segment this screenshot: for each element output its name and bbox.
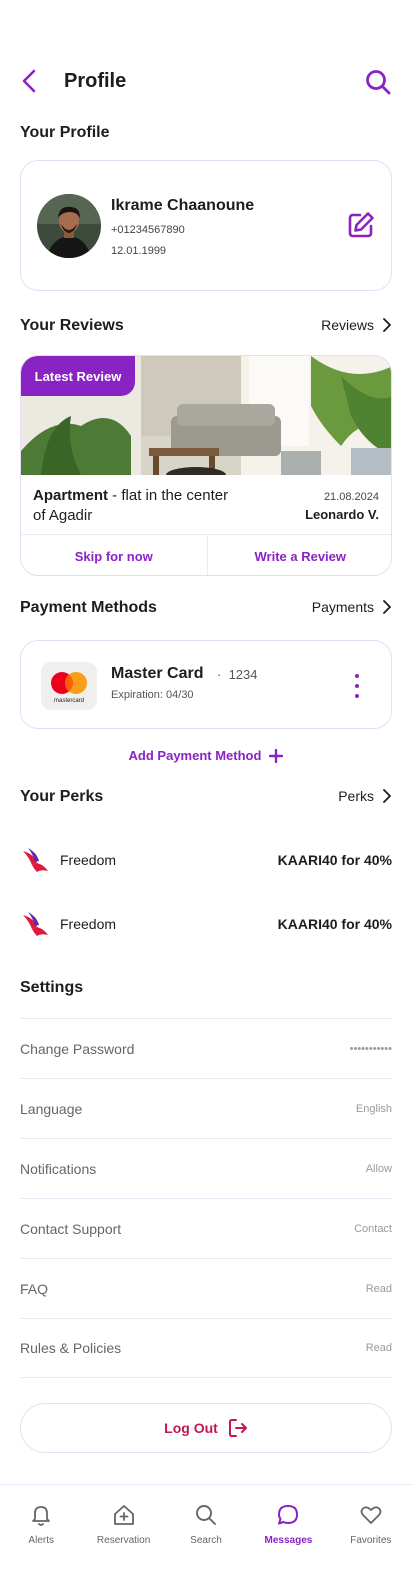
perk-name: Freedom xyxy=(60,852,117,868)
nav-search[interactable]: Search xyxy=(165,1485,247,1578)
avatar xyxy=(37,194,101,258)
payment-methods-heading: Payment Methods xyxy=(20,599,157,616)
profile-card: Ikrame Chaanoune +01234567890 12.01.1999 xyxy=(20,160,392,291)
add-payment-method-button[interactable]: Add Payment Method xyxy=(0,748,412,763)
nav-label: Messages xyxy=(264,1535,313,1546)
log-out-label: Log Out xyxy=(164,1420,218,1436)
more-options-icon[interactable] xyxy=(349,671,365,701)
chat-icon xyxy=(278,1505,299,1525)
card-last4: 1234 xyxy=(228,667,258,682)
card-brand: Master Card xyxy=(111,665,204,682)
setting-label: Language xyxy=(20,1100,83,1117)
card-separator: · xyxy=(217,667,222,682)
add-payment-method-label: Add Payment Method xyxy=(128,748,262,763)
skip-for-now-button[interactable]: Skip for now xyxy=(21,535,207,575)
freedom-bird-icon xyxy=(23,912,48,936)
perk-item[interactable]: Freedom KAARI40 for 40% xyxy=(20,906,392,942)
top-bar: Profile xyxy=(0,60,412,104)
home-plus-icon xyxy=(113,1505,134,1525)
perk-code: KAARI40 for 40% xyxy=(277,852,392,868)
setting-label: Rules & Policies xyxy=(20,1340,122,1356)
your-reviews-heading: Your Reviews xyxy=(20,317,124,334)
bell-icon xyxy=(32,1506,51,1526)
settings-heading: Settings xyxy=(20,979,84,996)
nav-favorites[interactable]: Favorites xyxy=(330,1485,412,1578)
nav-label: Search xyxy=(190,1535,222,1546)
chevron-right-icon xyxy=(383,789,391,803)
review-actions: Skip for now Write a Review xyxy=(21,534,392,575)
setting-label: Contact Support xyxy=(20,1220,122,1237)
review-author: Leonardo V. xyxy=(305,507,379,522)
search-icon[interactable] xyxy=(364,68,392,96)
payments-link-label: Payments xyxy=(311,599,374,615)
perks-link[interactable]: Perks xyxy=(338,788,392,804)
nav-label: Alerts xyxy=(28,1535,54,1546)
your-perks-heading: Your Perks xyxy=(20,788,104,805)
review-date: 21.08.2024 xyxy=(323,491,379,503)
bottom-navigation: Alerts Reservation Search Messages Favor… xyxy=(0,1484,412,1578)
setting-label: FAQ xyxy=(20,1280,49,1297)
nav-reservation[interactable]: Reservation xyxy=(82,1485,164,1578)
profile-birthdate: 12.01.1999 xyxy=(111,245,167,257)
setting-value: Read xyxy=(365,1342,392,1354)
setting-rules-policies[interactable]: Rules & Policies Read xyxy=(20,1318,392,1378)
profile-phone: +01234567890 xyxy=(111,224,185,236)
edit-icon[interactable] xyxy=(347,211,375,239)
heart-icon xyxy=(360,1506,382,1524)
setting-change-password[interactable]: Change Password ••••••••••• xyxy=(20,1018,392,1078)
payments-link[interactable]: Payments xyxy=(312,599,392,615)
latest-review-card: Latest Review Apartment - flat in the ce… xyxy=(20,355,392,576)
setting-language[interactable]: Language English xyxy=(20,1078,392,1138)
chevron-right-icon xyxy=(383,318,391,332)
write-review-button[interactable]: Write a Review xyxy=(206,535,392,575)
perk-code: KAARI40 for 40% xyxy=(277,916,392,932)
perk-name: Freedom xyxy=(60,916,117,932)
setting-notifications[interactable]: Notifications Allow xyxy=(20,1138,392,1198)
nav-label: Favorites xyxy=(350,1535,392,1546)
reviews-link-label: Reviews xyxy=(321,317,374,333)
mastercard-logo: mastercard xyxy=(41,662,97,710)
search-icon xyxy=(196,1505,216,1525)
your-profile-heading: Your Profile xyxy=(20,124,110,141)
chevron-left-icon[interactable] xyxy=(18,68,44,94)
setting-label: Change Password xyxy=(20,1040,135,1057)
setting-faq[interactable]: FAQ Read xyxy=(20,1258,392,1318)
setting-value: English xyxy=(355,1102,392,1115)
setting-contact-support[interactable]: Contact Support Contact xyxy=(20,1198,392,1258)
setting-value: Read xyxy=(365,1282,392,1295)
perks-link-label: Perks xyxy=(338,788,374,804)
setting-value: ••••••••••• xyxy=(349,1042,392,1055)
logout-icon xyxy=(228,1419,247,1437)
perk-item[interactable]: Freedom KAARI40 for 40% xyxy=(20,842,392,878)
chevron-right-icon xyxy=(383,600,391,614)
review-property-type: Apartment xyxy=(33,487,109,504)
latest-review-badge: Latest Review xyxy=(21,356,135,396)
setting-value: Allow xyxy=(365,1162,392,1175)
profile-name: Ikrame Chaanoune xyxy=(111,197,255,214)
nav-messages[interactable]: Messages xyxy=(247,1485,329,1578)
card-last-digits: · 1234 xyxy=(217,667,258,682)
plus-icon xyxy=(269,748,284,763)
payment-method-card[interactable]: mastercard Master Card · 1234 Expiration… xyxy=(20,640,392,729)
nav-alerts[interactable]: Alerts xyxy=(0,1485,82,1578)
mastercard-logo-text: mastercard xyxy=(54,698,84,704)
settings-list: Change Password ••••••••••• Language Eng… xyxy=(20,1018,392,1378)
page-title: Profile xyxy=(64,70,127,92)
setting-value: Contact xyxy=(354,1222,392,1235)
freedom-bird-icon xyxy=(23,848,48,872)
log-out-button[interactable]: Log Out xyxy=(20,1403,392,1453)
nav-label: Reservation xyxy=(96,1535,151,1546)
setting-label: Notifications xyxy=(20,1160,97,1177)
card-expiration: Expiration: 04/30 xyxy=(111,689,194,701)
review-title: Apartment - flat in the center of Agadir xyxy=(33,486,233,526)
reviews-link[interactable]: Reviews xyxy=(321,317,392,333)
